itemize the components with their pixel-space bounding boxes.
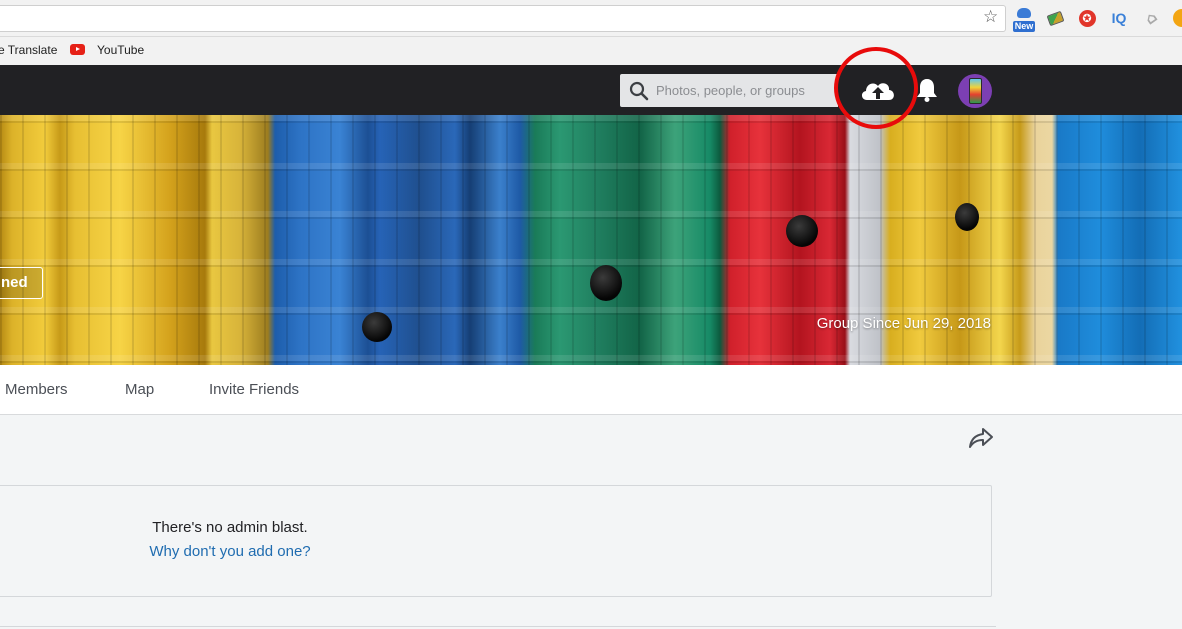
avatar[interactable] bbox=[958, 74, 992, 108]
joined-button[interactable]: ned bbox=[0, 267, 43, 299]
address-bar[interactable] bbox=[0, 5, 1006, 32]
tab-map[interactable]: Map bbox=[125, 381, 154, 398]
gem-extension-icon[interactable] bbox=[1046, 9, 1064, 27]
search-box[interactable] bbox=[620, 74, 838, 107]
group-tabs: Members Map Invite Friends bbox=[0, 365, 1182, 415]
new-badge: New bbox=[1013, 21, 1035, 32]
avatar-phone-image bbox=[969, 78, 982, 104]
bookmark-star-icon[interactable]: ☆ bbox=[983, 7, 998, 27]
tab-invite-friends[interactable]: Invite Friends bbox=[209, 381, 299, 398]
group-cover-photo: ned Group Since Jun 29, 2018 bbox=[0, 115, 1182, 365]
tab-members[interactable]: Members bbox=[5, 381, 68, 398]
bookmark-translate[interactable]: e Translate bbox=[0, 43, 57, 57]
youtube-icon bbox=[70, 44, 85, 55]
red-extension-icon[interactable]: ✪ bbox=[1078, 9, 1096, 27]
upload-cloud-icon[interactable] bbox=[858, 76, 898, 104]
orange-extension-icon[interactable] bbox=[1172, 9, 1182, 27]
weather-extension-icon[interactable]: New bbox=[1013, 8, 1035, 32]
admin-blast-message: There's no admin blast. bbox=[152, 519, 308, 536]
search-input[interactable] bbox=[656, 74, 836, 107]
bookmarks-bar: e Translate YouTube bbox=[0, 37, 1182, 65]
door-knob bbox=[590, 265, 622, 301]
tag-extension-icon[interactable]: ⌂ bbox=[1138, 5, 1163, 30]
divider bbox=[0, 626, 996, 627]
door-knob bbox=[786, 215, 818, 247]
bell-icon[interactable] bbox=[916, 77, 938, 103]
site-header bbox=[0, 65, 1182, 115]
admin-blast-card: There's no admin blast. Why don't you ad… bbox=[0, 485, 992, 597]
search-icon[interactable] bbox=[629, 81, 649, 101]
browser-toolbar: ☆ New ✪ IQ ⌂ bbox=[0, 0, 1182, 37]
add-admin-blast-link[interactable]: Why don't you add one? bbox=[0, 543, 463, 560]
bookmark-youtube[interactable]: YouTube bbox=[97, 43, 144, 57]
group-since-label: Group Since Jun 29, 2018 bbox=[816, 315, 991, 332]
iq-extension-icon[interactable]: IQ bbox=[1110, 9, 1128, 27]
door-knob bbox=[362, 312, 392, 342]
door-knob bbox=[955, 203, 979, 231]
share-icon[interactable] bbox=[967, 426, 995, 450]
